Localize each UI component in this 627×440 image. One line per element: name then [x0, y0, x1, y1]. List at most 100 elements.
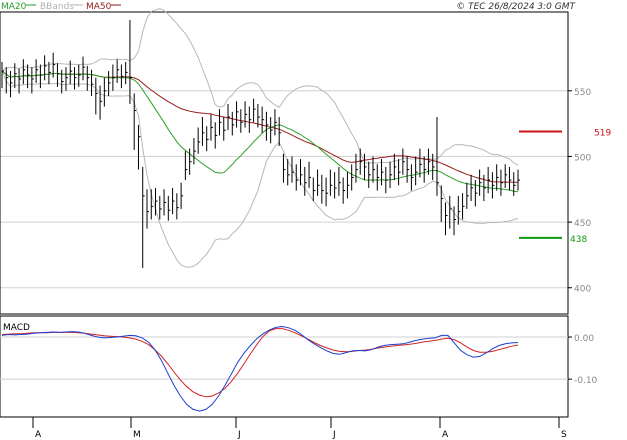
stock-chart: MA20 BBands MA50 © TEC 26/8/2024 3:0 GMT…	[0, 2, 611, 440]
price-bar	[91, 69, 94, 97]
price-bar	[393, 153, 397, 181]
price-tick-label: 400	[574, 285, 591, 295]
price-bar	[300, 159, 303, 186]
price-panel: 519 438 550 500 450 400	[0, 8, 611, 315]
price-bar	[48, 61, 51, 85]
price-bar	[282, 153, 286, 183]
price-axis-ticks: 550 500 450 400	[568, 88, 591, 295]
price-bar	[39, 64, 43, 89]
price-bar	[402, 148, 405, 175]
bollinger-bands	[1, 8, 519, 268]
price-bar	[496, 164, 499, 191]
price-bar	[133, 93, 137, 150]
support-level-label: 438	[570, 235, 587, 245]
price-bar	[491, 172, 495, 199]
price-bar	[432, 153, 435, 181]
price-bar	[206, 126, 209, 152]
price-bar	[359, 148, 363, 175]
price-bar	[470, 174, 474, 202]
price-bar	[342, 177, 346, 204]
macd-panel: MACD 0.00 -0.10	[0, 315, 598, 418]
price-bar	[116, 59, 120, 83]
price-bar	[325, 177, 329, 207]
macd-signal-line	[1, 328, 519, 398]
bband-upper-line	[1, 8, 519, 166]
price-bar	[146, 189, 149, 229]
price-tick-label: 550	[574, 88, 591, 98]
price-bar	[227, 103, 231, 131]
price-bar	[103, 77, 107, 107]
price-bar	[312, 177, 316, 202]
price-bar	[381, 159, 384, 186]
price-bar	[513, 172, 516, 196]
price-bar	[449, 195, 452, 229]
price-bar	[150, 189, 154, 220]
price-bar	[180, 182, 184, 209]
price-bar	[351, 164, 354, 191]
price-bar	[125, 61, 128, 85]
price-gridlines	[0, 90, 568, 289]
macd-tick-label: -0.10	[574, 376, 598, 386]
price-bar	[14, 63, 17, 89]
price-bar	[65, 67, 68, 91]
time-tick-label: M	[133, 430, 141, 440]
price-bar	[410, 164, 414, 191]
price-bar	[270, 117, 273, 144]
time-tick-label: J	[237, 430, 241, 440]
price-bar	[308, 161, 312, 188]
price-bar	[218, 109, 222, 136]
macd-panel-frame	[0, 315, 569, 418]
price-bar	[278, 117, 282, 146]
price-bar	[176, 193, 179, 220]
price-bar	[189, 148, 192, 175]
price-bar	[184, 151, 188, 181]
price-bar	[223, 117, 226, 141]
price-bar	[214, 122, 218, 149]
chart-legend: MA20 BBands MA50 © TEC 26/8/2024 3:0 GMT	[1, 2, 577, 12]
price-bar	[86, 65, 90, 91]
price-bar	[453, 206, 457, 236]
price-bar	[274, 109, 277, 136]
copyright-text: © TEC 26/8/2024 3:0 GMT	[456, 2, 576, 12]
price-bar	[329, 169, 333, 196]
macd-lines	[1, 325, 519, 412]
price-bar	[248, 106, 252, 133]
price-bar	[129, 19, 132, 104]
price-bar	[385, 166, 388, 194]
price-bar	[142, 166, 145, 269]
price-bar	[334, 172, 337, 199]
time-tick-label: J	[332, 430, 336, 440]
price-bar	[108, 71, 111, 97]
macd-gridlines	[0, 336, 568, 380]
price-bar	[389, 161, 393, 188]
price-bar	[423, 156, 427, 183]
price-bar	[193, 138, 196, 165]
price-bar	[61, 69, 64, 94]
time-tick-label: A	[35, 430, 42, 440]
price-bar	[10, 71, 13, 98]
price-bar	[462, 193, 465, 220]
price-bar	[372, 156, 376, 183]
legend-ma50-label: MA50	[86, 2, 112, 12]
price-bar	[167, 195, 171, 221]
price-bar	[35, 59, 39, 83]
price-bar	[317, 169, 320, 196]
price-bars	[1, 19, 520, 269]
price-bar	[474, 180, 478, 207]
price-bar	[415, 156, 418, 186]
price-bar	[253, 98, 256, 123]
price-bar	[504, 164, 508, 188]
price-bar	[368, 161, 371, 188]
time-axis: AMJJAS	[0, 416, 568, 440]
price-bar	[261, 106, 265, 133]
price-bar	[500, 169, 503, 196]
ma20-line	[1, 70, 519, 193]
price-bar	[363, 153, 367, 181]
price-bar	[355, 153, 358, 183]
price-bar	[406, 156, 410, 183]
price-bar	[31, 67, 34, 94]
time-tick-label: S	[561, 430, 567, 440]
price-bar	[321, 174, 324, 204]
price-bar	[197, 127, 201, 154]
price-bar	[163, 189, 167, 216]
